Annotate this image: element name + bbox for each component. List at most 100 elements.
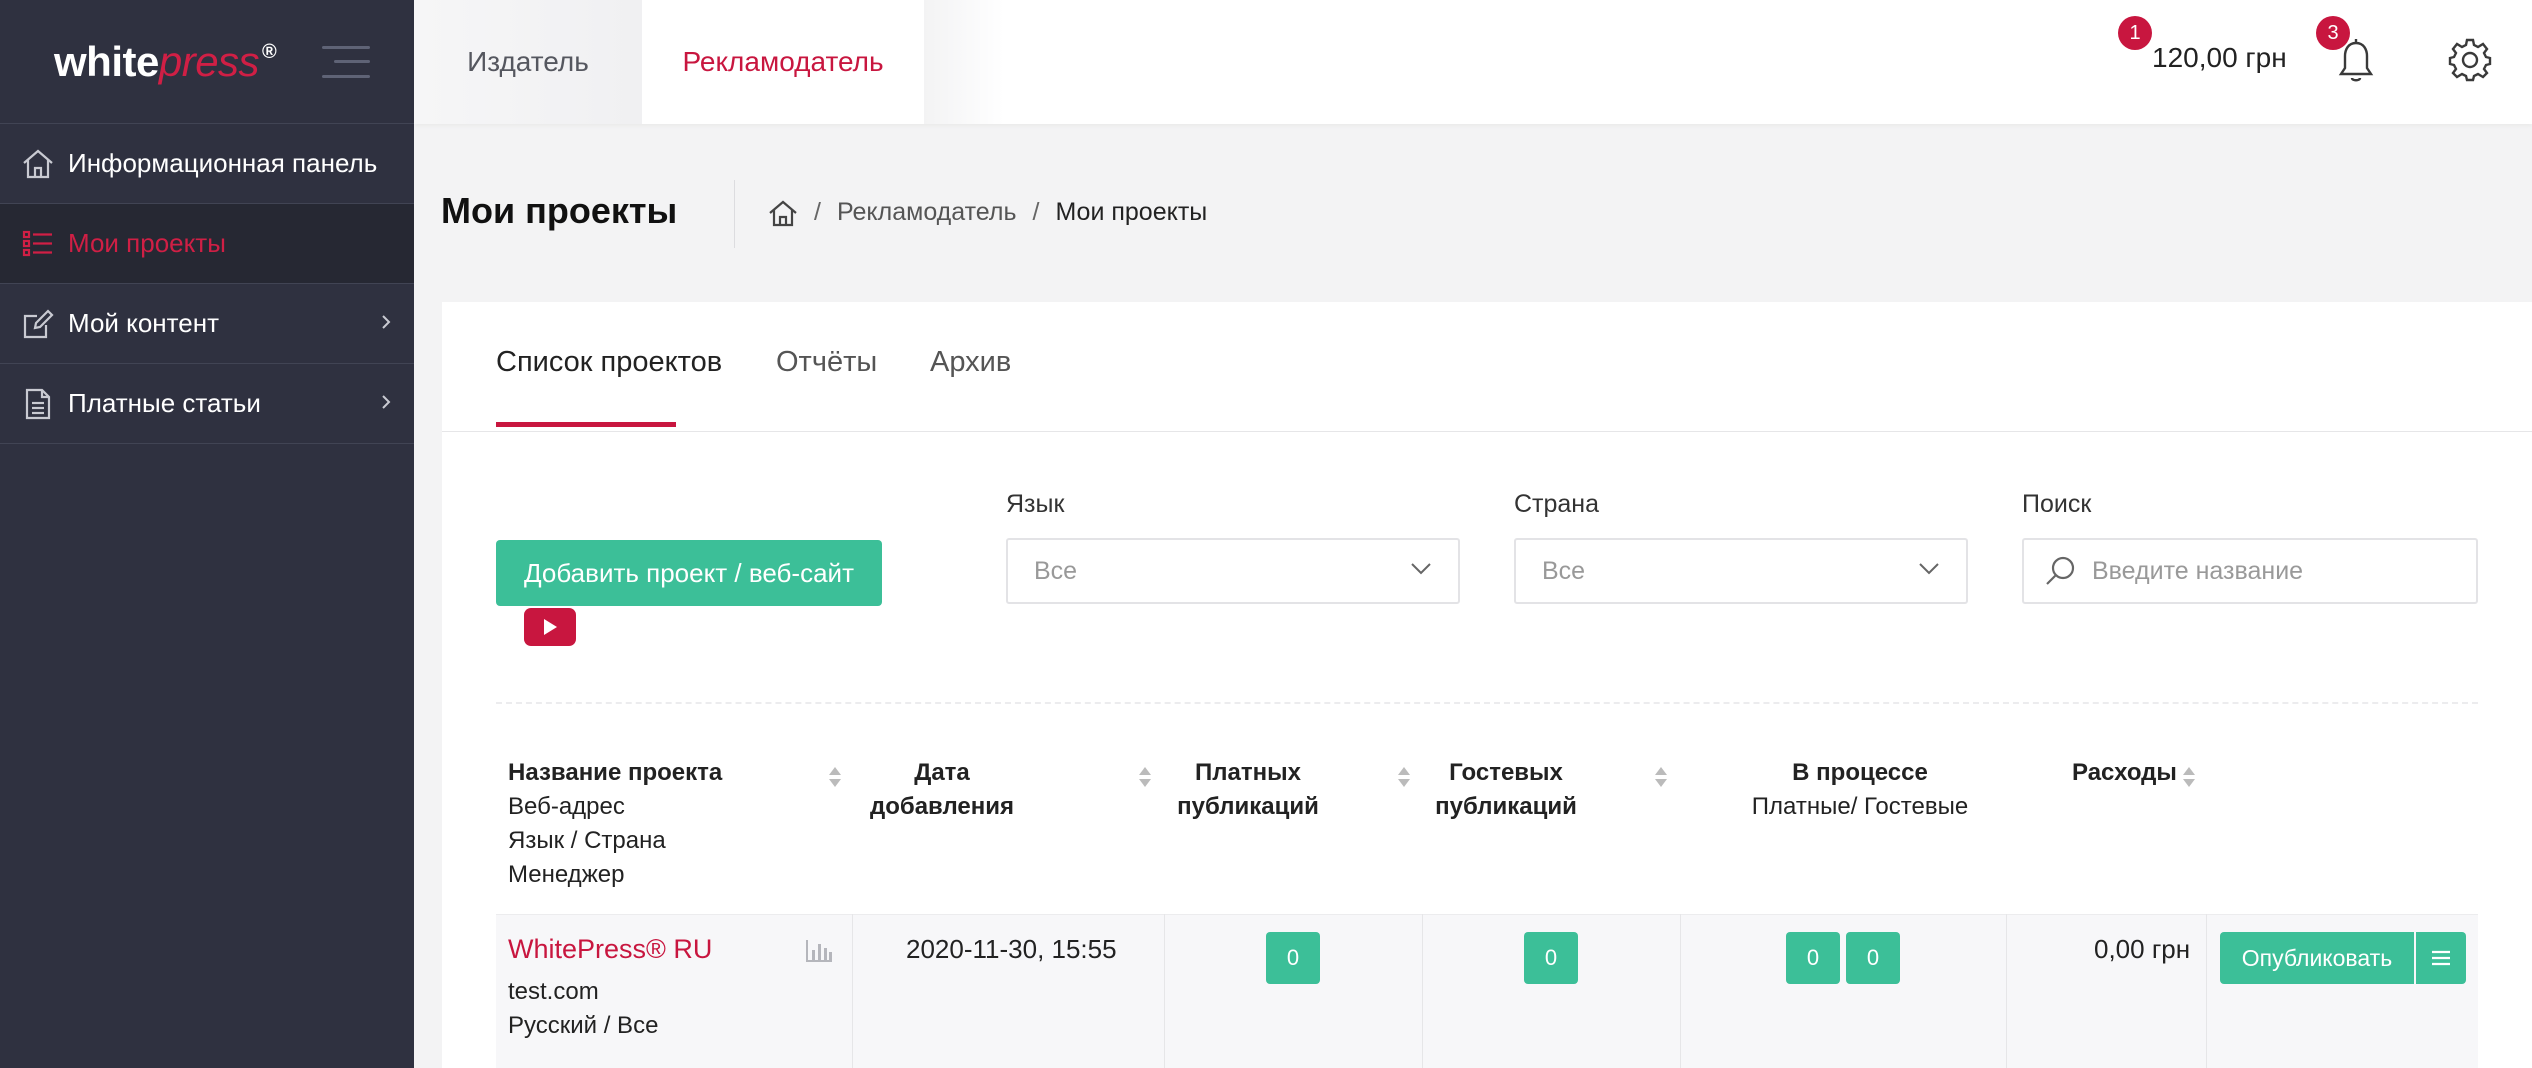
projects-card: Список проектов Отчёты Архив Добавить пр… [442, 302, 2532, 1068]
paid-publications-count[interactable]: 0 [1266, 932, 1320, 984]
breadcrumb: / Рекламодатель / Мои проекты [768, 198, 1207, 227]
header-name-line1: Название проекта [508, 759, 723, 786]
chevron-down-icon [1919, 563, 1939, 575]
header-date-line1: Дата [914, 759, 970, 786]
sidebar-item-label: Информационная панель [68, 148, 378, 178]
header-divider [734, 180, 735, 248]
header-name-line4: Менеджер [508, 861, 625, 888]
header-date-added[interactable]: Дата добавления [862, 756, 1022, 824]
header-expenses[interactable]: Расходы [2072, 756, 2177, 790]
logo-row: whitepress ® [0, 0, 414, 124]
project-date-added: 2020-11-30, 15:55 [906, 934, 1117, 964]
project-language-country: Русский / Все [508, 1012, 659, 1039]
bell-icon[interactable] [2338, 38, 2374, 84]
sidebar: whitepress ® Информационная панель Мои пр… [0, 0, 414, 1068]
breadcrumb-current: Мои проекты [1055, 198, 1208, 226]
project-expenses: 0,00 грн [2094, 934, 2191, 964]
header-date-line2: добавления [869, 793, 1015, 820]
sidebar-item-label: Мой контент [68, 308, 219, 338]
list-icon [20, 226, 56, 262]
header-paid-publications[interactable]: Платных публикаций [1168, 756, 1328, 824]
sidebar-item-dashboard[interactable]: Информационная панель [0, 124, 414, 204]
header-in-progress: В процессе Платные/ Гостевые [1710, 756, 2010, 824]
breadcrumb-separator: / [1032, 198, 1040, 226]
column-divider [1164, 914, 1165, 1068]
sidebar-item-label: Мои проекты [68, 228, 226, 258]
gear-icon[interactable] [2448, 38, 2492, 82]
balance-badge: 1 [2118, 16, 2152, 50]
language-select-value: Все [1034, 556, 1078, 585]
search-box [2022, 538, 2478, 604]
in-progress-paid-count[interactable]: 0 [1786, 932, 1840, 984]
tab-publisher[interactable]: Издатель [414, 0, 642, 124]
search-input[interactable] [2092, 556, 2452, 586]
header-paid-line2: публикаций [1177, 793, 1319, 820]
breadcrumb-separator: / [814, 198, 821, 226]
column-divider [2206, 914, 2207, 1068]
filters-divider [496, 702, 2478, 704]
sort-icon[interactable] [2182, 766, 2196, 788]
header-guest-line1: Гостевых [1449, 759, 1563, 786]
sidebar-item-label: Платные статьи [68, 388, 261, 418]
card-tabs: Список проектов Отчёты Архив [442, 302, 2532, 432]
sidebar-item-my-projects[interactable]: Мои проекты [0, 204, 414, 284]
header-guest-line2: публикаций [1435, 793, 1577, 820]
sort-icon[interactable] [828, 766, 842, 788]
chevron-right-icon [382, 395, 391, 409]
tab-archive[interactable]: Архив [930, 346, 1011, 379]
breadcrumb-home-icon[interactable] [768, 199, 798, 227]
home-icon [20, 146, 56, 182]
in-progress-guest-count[interactable]: 0 [1846, 932, 1900, 984]
tab-reports[interactable]: Отчёты [776, 346, 877, 379]
country-select-value: Все [1542, 556, 1586, 585]
sort-icon[interactable] [1138, 766, 1152, 788]
tab-advertiser[interactable]: Рекламодатель [642, 0, 924, 124]
account-balance[interactable]: 120,00 грн [2152, 42, 2287, 74]
header-progress-line1: В процессе [1792, 759, 1928, 786]
search-icon [2046, 556, 2075, 585]
publish-button[interactable]: Опубликовать [2220, 932, 2414, 984]
menu-icon [2432, 950, 2450, 966]
menu-toggle-icon[interactable] [322, 45, 371, 78]
project-url: test.com [508, 978, 599, 1005]
header-name-line3: Язык / Страна [508, 827, 666, 854]
country-filter-label: Страна [1514, 490, 1600, 518]
language-filter-label: Язык [1006, 490, 1065, 518]
sort-icon[interactable] [1654, 766, 1668, 788]
play-icon [544, 619, 557, 635]
bar-chart-icon[interactable] [804, 938, 834, 964]
column-divider [852, 914, 853, 1068]
sort-icon[interactable] [1397, 766, 1411, 788]
country-select[interactable]: Все [1514, 538, 1968, 604]
sidebar-item-my-content[interactable]: Мой контент [0, 284, 414, 364]
sidebar-item-paid-articles[interactable]: Платные статьи [0, 364, 414, 444]
header-progress-line2: Платные/ Гостевые [1751, 793, 1969, 820]
page-title: Мои проекты [441, 190, 678, 231]
tab-project-list[interactable]: Список проектов [496, 346, 722, 379]
header-guest-publications[interactable]: Гостевых публикаций [1426, 756, 1586, 824]
guest-publications-count[interactable]: 0 [1524, 932, 1578, 984]
logo-reg-mark: ® [262, 40, 277, 63]
header-paid-line1: Платных [1195, 759, 1301, 786]
logo-press-text: press [158, 37, 260, 85]
tab-fade [924, 0, 1004, 124]
add-project-button[interactable]: Добавить проект / веб-сайт [496, 540, 882, 606]
breadcrumb-advertiser-link[interactable]: Рекламодатель [837, 198, 1017, 227]
row-actions-menu-button[interactable] [2416, 932, 2466, 984]
video-tutorial-button[interactable] [524, 608, 576, 646]
document-icon [20, 386, 56, 422]
column-divider [1680, 914, 1681, 1068]
column-divider [1422, 914, 1423, 1068]
column-divider [2006, 914, 2007, 1068]
active-tab-indicator [496, 422, 676, 427]
header-project-name[interactable]: Название проекта Веб-адрес Язык / Страна… [508, 756, 808, 892]
search-filter-label: Поиск [2022, 490, 2092, 518]
whitepress-logo[interactable]: whitepress ® [54, 37, 277, 86]
header-expenses-label: Расходы [2072, 759, 2177, 786]
edit-icon [20, 306, 56, 342]
header-name-line2: Веб-адрес [508, 793, 625, 820]
chevron-right-icon [382, 315, 391, 329]
language-select[interactable]: Все [1006, 538, 1460, 604]
project-name-link[interactable]: WhitePress® RU [508, 934, 712, 965]
chevron-down-icon [1411, 563, 1431, 575]
